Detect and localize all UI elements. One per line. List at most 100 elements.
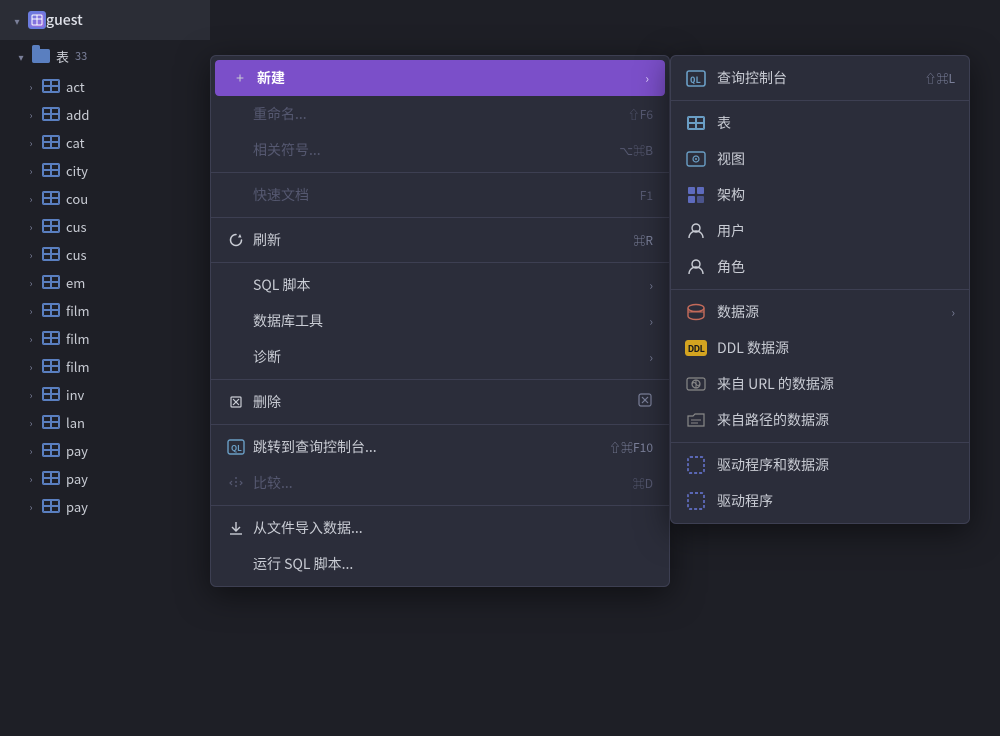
sub-menu-shortcut: ⇧⌘L — [924, 70, 955, 87]
menu-item-db-tools[interactable]: 数据库工具 › — [211, 303, 669, 339]
submenu-arrow-icon: › — [649, 277, 653, 294]
sub-menu-item-label: 用户 — [717, 221, 955, 241]
menu-item-new[interactable]: + 新建 › — [215, 60, 665, 96]
menu-item-label: SQL 脚本 — [253, 275, 641, 295]
table-row[interactable]: › city — [0, 156, 210, 184]
section-label: 表 — [56, 47, 69, 66]
menu-shortcut — [637, 392, 653, 412]
table-icon — [685, 112, 707, 134]
menu-item-goto-console[interactable]: QL 跳转到查询控制台... ⇧⌘F10 — [211, 429, 669, 465]
tree-chevron-icon: › — [24, 163, 38, 177]
quickdoc-icon — [227, 186, 245, 204]
sub-menu-item-label: 角色 — [717, 257, 955, 277]
tree-chevron-icon: › — [24, 331, 38, 345]
sub-menu-item-table[interactable]: 表 — [671, 105, 969, 141]
sub-menu-item-user[interactable]: 用户 — [671, 213, 969, 249]
sidebar: ▾ guest ▾ 表 33 › act › add › cat › cit — [0, 0, 210, 736]
menu-item-delete[interactable]: 删除 — [211, 384, 669, 420]
table-icon — [42, 247, 60, 261]
menu-divider — [211, 424, 669, 425]
section-count: 33 — [75, 48, 87, 64]
sub-menu-item-driver[interactable]: 驱动程序 — [671, 483, 969, 519]
menu-item-quickdoc[interactable]: 快速文档 F1 — [211, 177, 669, 213]
table-row[interactable]: › cat — [0, 128, 210, 156]
menu-item-refresh[interactable]: 刷新 ⌘R — [211, 222, 669, 258]
folder-icon — [32, 49, 50, 63]
menu-item-label: 比较... — [253, 473, 633, 493]
import-icon — [227, 519, 245, 537]
tree-chevron-icon: › — [24, 219, 38, 233]
driver-icon — [685, 490, 707, 512]
tree-chevron-icon: › — [24, 275, 38, 289]
menu-item-rename[interactable]: 重命名... ⇧F6 — [211, 96, 669, 132]
table-icon — [42, 499, 60, 513]
table-icon — [42, 191, 60, 205]
sub-menu-item-label: 来自路径的数据源 — [717, 410, 955, 430]
sub-menu-item-label: 视图 — [717, 149, 955, 169]
sidebar-header: ▾ guest — [0, 0, 210, 40]
tables-section[interactable]: ▾ 表 33 — [0, 40, 210, 72]
user-icon — [685, 220, 707, 242]
table-row[interactable]: › act — [0, 72, 210, 100]
sub-menu-item-label: 驱动程序和数据源 — [717, 455, 955, 475]
table-row[interactable]: › cou — [0, 184, 210, 212]
tree-chevron-icon: › — [24, 107, 38, 121]
section-chevron: ▾ — [14, 49, 28, 63]
refresh-icon — [227, 231, 245, 249]
table-row[interactable]: › film — [0, 296, 210, 324]
sub-menu-item-datasource[interactable]: 数据源 › — [671, 294, 969, 330]
table-name: city — [66, 161, 88, 180]
table-row[interactable]: › inv — [0, 380, 210, 408]
plus-icon: + — [231, 69, 249, 87]
correlate-icon — [227, 141, 245, 159]
context-menu: + 新建 › 重命名... ⇧F6 相关符号... ⌥⌘B 快速文档 F1 刷新… — [210, 55, 670, 587]
table-row[interactable]: › cus — [0, 212, 210, 240]
schema-icon — [685, 184, 707, 206]
menu-shortcut: ⌘D — [633, 475, 653, 492]
table-name: film — [66, 329, 90, 348]
menu-item-label: 从文件导入数据... — [253, 518, 653, 538]
menu-item-sql-script[interactable]: SQL 脚本 › — [211, 267, 669, 303]
tree-chevron-icon: › — [24, 471, 38, 485]
table-icon — [42, 387, 60, 401]
datasource-icon — [685, 301, 707, 323]
sub-menu-item-path-datasource[interactable]: 来自路径的数据源 — [671, 402, 969, 438]
collapse-icon[interactable]: ▾ — [10, 13, 24, 27]
menu-item-diagnose[interactable]: 诊断 › — [211, 339, 669, 375]
table-name: film — [66, 357, 90, 376]
table-row[interactable]: › film — [0, 324, 210, 352]
sub-menu-item-role[interactable]: 角色 — [671, 249, 969, 285]
sub-menu-item-url-datasource[interactable]: 来自 URL 的数据源 — [671, 366, 969, 402]
table-row[interactable]: › lan — [0, 408, 210, 436]
sub-menu-item-schema[interactable]: 架构 — [671, 177, 969, 213]
table-name: cus — [66, 245, 87, 264]
sub-menu-item-ddl[interactable]: DDL DDL 数据源 — [671, 330, 969, 366]
table-row[interactable]: › pay — [0, 492, 210, 520]
sidebar-title: guest — [46, 10, 83, 30]
tree-chevron-icon: › — [24, 359, 38, 373]
menu-shortcut: F1 — [640, 187, 653, 204]
sub-menu-item-query-console[interactable]: QL 查询控制台 ⇧⌘L — [671, 60, 969, 96]
menu-item-compare[interactable]: 比较... ⌘D — [211, 465, 669, 501]
table-name: cus — [66, 217, 87, 236]
table-row[interactable]: › em — [0, 268, 210, 296]
submenu-arrow-icon: › — [649, 313, 653, 330]
svg-text:QL: QL — [231, 443, 242, 454]
table-row[interactable]: › pay — [0, 464, 210, 492]
table-row[interactable]: › cus — [0, 240, 210, 268]
sub-menu-divider — [671, 289, 969, 290]
menu-item-run-sql[interactable]: 运行 SQL 脚本... — [211, 546, 669, 582]
menu-item-import-file[interactable]: 从文件导入数据... — [211, 510, 669, 546]
console-icon: QL — [227, 438, 245, 456]
table-row[interactable]: › film — [0, 352, 210, 380]
menu-item-correlate[interactable]: 相关符号... ⌥⌘B — [211, 132, 669, 168]
menu-item-label: 删除 — [253, 392, 637, 412]
driver-datasource-icon — [685, 454, 707, 476]
sub-menu-item-view[interactable]: 视图 — [671, 141, 969, 177]
sub-menu-divider — [671, 100, 969, 101]
url-datasource-icon — [685, 373, 707, 395]
table-row[interactable]: › add — [0, 100, 210, 128]
table-row[interactable]: › pay — [0, 436, 210, 464]
table-icon — [42, 443, 60, 457]
sub-menu-item-driver-datasource[interactable]: 驱动程序和数据源 — [671, 447, 969, 483]
